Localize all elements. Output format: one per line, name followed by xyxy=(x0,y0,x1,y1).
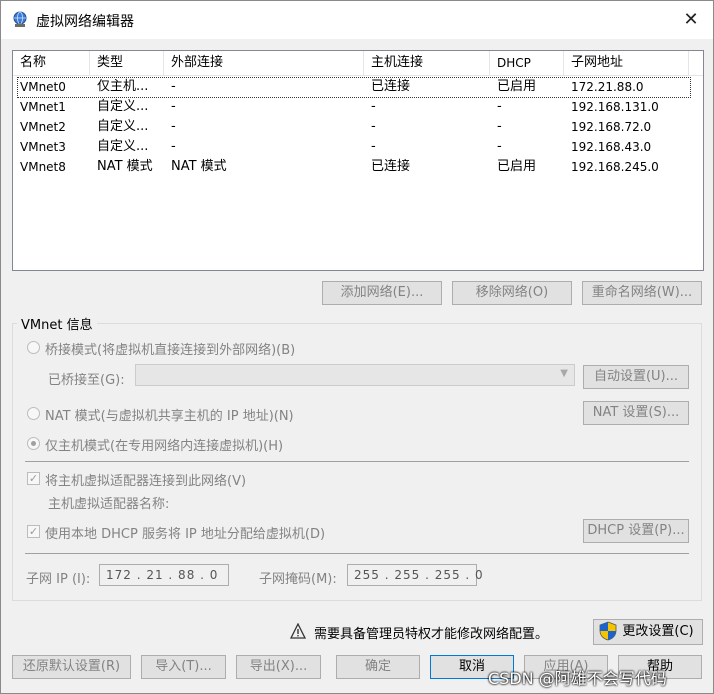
auto-settings-button[interactable]: 自动设置(U)... xyxy=(583,365,689,389)
row-host: - xyxy=(371,119,376,134)
window-title: 虚拟网络编辑器 xyxy=(36,14,134,30)
chevron-down-icon: ▼ xyxy=(560,368,568,379)
subnet-mask-input[interactable]: 255 . 255 . 255 . 0 xyxy=(347,564,483,586)
network-list[interactable]: 名称 类型 外部连接 主机连接 DHCP 子网地址 VMnet0 仅主机... … xyxy=(12,50,704,271)
host-only-mode-radio[interactable] xyxy=(27,437,40,450)
row-dhcp: - xyxy=(497,99,502,114)
virtual-network-editor-window: 虚拟网络编辑器 ✕ 名称 类型 外部连接 主机连接 DHCP 子网地址 VMne… xyxy=(0,0,714,694)
restore-defaults-button[interactable]: 还原默认设置(R) xyxy=(12,655,131,679)
row-external: - xyxy=(171,99,176,114)
remove-network-button[interactable]: 移除网络(O) xyxy=(452,281,572,305)
list-header: 名称 类型 外部连接 主机连接 DHCP 子网地址 xyxy=(13,51,703,76)
bridge-mode-label: 桥接模式(将虚拟机直接连接到外部网络)(B) xyxy=(45,343,296,358)
change-settings-label: 更改设置(C) xyxy=(622,624,694,639)
row-dhcp: - xyxy=(497,119,502,134)
row-host: 已连接 xyxy=(371,159,411,174)
host-only-mode-label: 仅主机模式(在专用网络内连接虚拟机)(H) xyxy=(45,439,284,454)
column-header-name[interactable]: 名称 xyxy=(13,51,90,75)
title-bar: 虚拟网络编辑器 ✕ xyxy=(1,1,713,39)
row-subnet: 192.168.72.0 xyxy=(571,120,652,134)
rename-network-button[interactable]: 重命名网络(W)... xyxy=(582,281,702,305)
row-dhcp: 已启用 xyxy=(497,159,537,174)
row-type: 自定义... xyxy=(97,139,149,154)
nat-mode-radio[interactable] xyxy=(27,407,40,420)
add-network-button[interactable]: 添加网络(E)... xyxy=(322,281,442,305)
row-host: - xyxy=(371,99,376,114)
uac-shield-icon xyxy=(599,621,617,641)
row-name: VMnet0 xyxy=(20,80,66,94)
row-host: - xyxy=(371,139,376,154)
connect-adapter-label: 将主机虚拟适配器连接到此网络(V) xyxy=(45,474,247,489)
bridged-to-select[interactable]: ▼ xyxy=(135,364,575,386)
dhcp-settings-button[interactable]: DHCP 设置(P)... xyxy=(583,519,689,543)
nat-mode-label: NAT 模式(与虚拟机共享主机的 IP 地址)(N) xyxy=(45,409,294,424)
bridge-mode-radio[interactable] xyxy=(27,341,40,354)
import-button[interactable]: 导入(T)... xyxy=(141,655,226,679)
row-type: 仅主机... xyxy=(97,79,149,94)
vmnet-info-title: VMnet 信息 xyxy=(17,314,97,333)
row-name: VMnet2 xyxy=(20,120,66,134)
row-type: 自定义... xyxy=(97,99,149,114)
row-external: - xyxy=(171,79,176,94)
network-globe-icon xyxy=(11,11,29,29)
row-external: - xyxy=(171,119,176,134)
row-subnet: 192.168.131.0 xyxy=(571,100,659,114)
column-header-external[interactable]: 外部连接 xyxy=(164,51,364,75)
separator xyxy=(25,461,689,462)
row-name: VMnet1 xyxy=(20,100,66,114)
separator xyxy=(25,553,689,554)
bridged-to-label: 已桥接至(G): xyxy=(48,373,125,388)
adapter-name-label: 主机虚拟适配器名称: xyxy=(48,497,170,512)
row-dhcp: 已启用 xyxy=(497,79,537,94)
table-row[interactable]: VMnet8 NAT 模式 NAT 模式 已连接 已启用 192.168.245… xyxy=(13,157,703,177)
close-button[interactable]: ✕ xyxy=(677,7,705,33)
column-header-host[interactable]: 主机连接 xyxy=(364,51,490,75)
row-name: VMnet8 xyxy=(20,160,66,174)
row-external: NAT 模式 xyxy=(171,159,227,174)
warning-icon xyxy=(289,622,307,639)
export-button[interactable]: 导出(X)... xyxy=(236,655,321,679)
admin-notice: 需要具备管理员特权才能修改网络配置。 xyxy=(314,627,549,642)
connect-adapter-checkbox[interactable]: ✓ xyxy=(27,472,40,485)
subnet-ip-label: 子网 IP (I): xyxy=(26,572,91,587)
subnet-mask-label: 子网掩码(M): xyxy=(259,572,337,587)
dhcp-label: 使用本地 DHCP 服务将 IP 地址分配给虚拟机(D) xyxy=(45,527,326,542)
row-type: NAT 模式 xyxy=(97,159,153,174)
row-subnet: 192.168.245.0 xyxy=(571,160,659,174)
row-external: - xyxy=(171,139,176,154)
column-header-dhcp[interactable]: DHCP xyxy=(490,51,564,75)
row-name: VMnet3 xyxy=(20,140,66,154)
table-row[interactable]: VMnet1 自定义... - - - 192.168.131.0 xyxy=(13,97,703,117)
row-subnet: 192.168.43.0 xyxy=(571,140,652,154)
csdn-watermark: CSDN @阿雄不会写代码 xyxy=(488,669,667,688)
dhcp-checkbox[interactable]: ✓ xyxy=(27,525,40,538)
row-dhcp: - xyxy=(497,139,502,154)
table-row[interactable]: VMnet0 仅主机... - 已连接 已启用 172.21.88.0 xyxy=(13,77,703,98)
row-type: 自定义... xyxy=(97,119,149,134)
table-row[interactable]: VMnet3 自定义... - - - 192.168.43.0 xyxy=(13,137,703,157)
row-subnet: 172.21.88.0 xyxy=(571,80,644,94)
subnet-ip-input[interactable]: 172 . 21 . 88 . 0 xyxy=(99,564,229,586)
ok-button[interactable]: 确定 xyxy=(336,655,420,679)
table-row[interactable]: VMnet2 自定义... - - - 192.168.72.0 xyxy=(13,117,703,137)
row-host: 已连接 xyxy=(371,79,411,94)
column-header-subnet[interactable]: 子网地址 xyxy=(564,51,689,75)
nat-settings-button[interactable]: NAT 设置(S)... xyxy=(583,401,689,425)
column-header-type[interactable]: 类型 xyxy=(90,51,164,75)
